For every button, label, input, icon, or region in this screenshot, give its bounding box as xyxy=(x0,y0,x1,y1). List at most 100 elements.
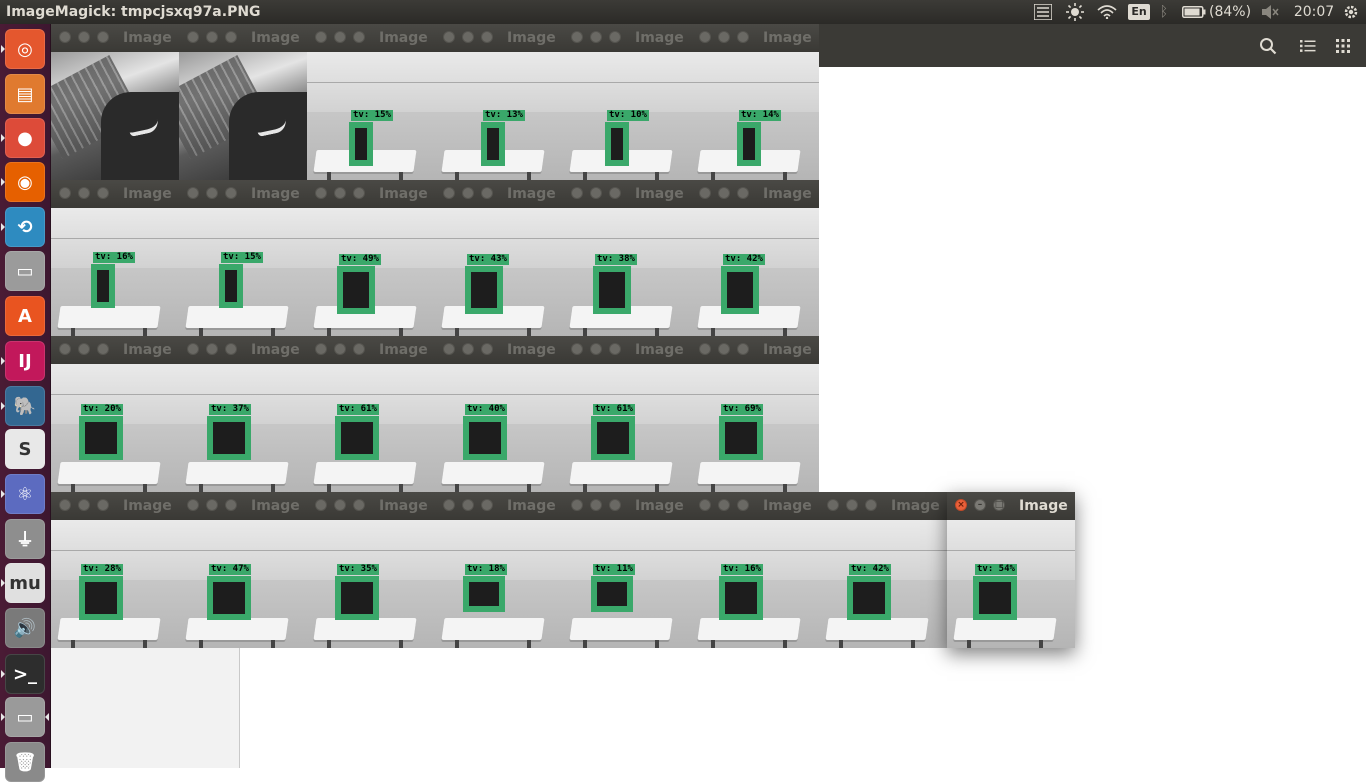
window-titlebar[interactable]: Image xyxy=(691,180,819,208)
minimize-button[interactable] xyxy=(206,187,218,199)
minimize-button[interactable] xyxy=(462,187,474,199)
minimize-button[interactable] xyxy=(206,499,218,511)
minimize-button[interactable] xyxy=(78,499,90,511)
maximize-button[interactable] xyxy=(481,343,493,355)
window-titlebar[interactable]: Image xyxy=(563,336,691,364)
maximize-button[interactable] xyxy=(97,187,109,199)
window-titlebar[interactable]: Image xyxy=(435,336,563,364)
image-window[interactable]: × – □ Image tv: 54% xyxy=(947,492,1075,648)
close-button[interactable] xyxy=(315,499,327,511)
close-button[interactable] xyxy=(443,31,455,43)
image-window[interactable]: Image tv: 35% xyxy=(307,492,435,648)
image-window[interactable]: Image tv: 42% xyxy=(691,180,819,336)
maximize-button[interactable] xyxy=(609,31,621,43)
maximize-button[interactable] xyxy=(737,343,749,355)
launcher-usb-icon[interactable]: ⏚ xyxy=(5,519,45,559)
maximize-button[interactable] xyxy=(609,499,621,511)
close-button[interactable] xyxy=(59,499,71,511)
close-button[interactable] xyxy=(443,187,455,199)
brightness-icon[interactable] xyxy=(1064,0,1086,24)
maximize-button[interactable] xyxy=(737,187,749,199)
window-titlebar[interactable]: Image xyxy=(51,336,179,364)
image-window[interactable]: Image tv: 69% xyxy=(691,336,819,492)
launcher-network-icon[interactable]: ⟲ xyxy=(5,207,45,247)
close-button[interactable] xyxy=(59,343,71,355)
window-titlebar[interactable]: Image xyxy=(819,492,947,520)
bluetooth-icon[interactable]: ᛒ xyxy=(1156,0,1172,24)
image-window[interactable]: Image tv: 16% xyxy=(691,492,819,648)
close-button[interactable] xyxy=(699,343,711,355)
maximize-button[interactable] xyxy=(865,499,877,511)
window-titlebar[interactable]: Image xyxy=(435,180,563,208)
minimize-button[interactable]: – xyxy=(974,499,986,511)
search-icon[interactable] xyxy=(1256,34,1280,58)
window-titlebar[interactable]: Image xyxy=(179,24,307,52)
system-menu-gear-icon[interactable] xyxy=(1340,0,1362,24)
close-button[interactable] xyxy=(827,499,839,511)
minimize-button[interactable] xyxy=(846,499,858,511)
window-titlebar[interactable]: Image xyxy=(179,180,307,208)
launcher-volume-icon[interactable]: 🔊 xyxy=(5,608,45,648)
maximize-button[interactable] xyxy=(97,31,109,43)
image-window[interactable]: Image tv: 28% xyxy=(51,492,179,648)
minimize-button[interactable] xyxy=(590,31,602,43)
clock[interactable]: 20:07 xyxy=(1292,0,1336,24)
window-titlebar[interactable]: Image xyxy=(307,492,435,520)
minimize-button[interactable] xyxy=(590,187,602,199)
keyboard-layout-indicator[interactable]: En xyxy=(1128,0,1150,24)
image-window[interactable]: Image tv: 42% xyxy=(819,492,947,648)
close-button[interactable] xyxy=(315,31,327,43)
maximize-button[interactable] xyxy=(481,31,493,43)
maximize-button[interactable]: □ xyxy=(993,499,1005,511)
image-window[interactable]: Image tv: 16% xyxy=(51,180,179,336)
minimize-button[interactable] xyxy=(590,343,602,355)
maximize-button[interactable] xyxy=(609,343,621,355)
minimize-button[interactable] xyxy=(206,343,218,355)
close-button[interactable]: × xyxy=(955,499,967,511)
launcher-slack-icon[interactable]: S xyxy=(5,429,45,469)
maximize-button[interactable] xyxy=(225,343,237,355)
image-window[interactable]: Image tv: 47% xyxy=(179,492,307,648)
image-window[interactable]: Image tv: 10% xyxy=(563,24,691,180)
window-titlebar[interactable]: × – □ Image xyxy=(947,492,1075,520)
close-button[interactable] xyxy=(315,187,327,199)
close-button[interactable] xyxy=(187,31,199,43)
maximize-button[interactable] xyxy=(609,187,621,199)
window-titlebar[interactable]: Image xyxy=(51,492,179,520)
window-titlebar[interactable]: Image xyxy=(307,180,435,208)
image-window[interactable]: Image xyxy=(51,24,179,180)
launcher-chrome-icon[interactable]: ● xyxy=(5,118,45,158)
launcher-firefox-icon[interactable]: ◉ xyxy=(5,162,45,202)
window-titlebar[interactable]: Image xyxy=(691,24,819,52)
maximize-button[interactable] xyxy=(225,187,237,199)
maximize-button[interactable] xyxy=(353,31,365,43)
window-titlebar[interactable]: Image xyxy=(51,24,179,52)
volume-muted-icon[interactable] xyxy=(1260,0,1280,24)
minimize-button[interactable] xyxy=(462,343,474,355)
launcher-software-center-icon[interactable]: A xyxy=(5,296,45,336)
maximize-button[interactable] xyxy=(353,343,365,355)
launcher-drive-icon[interactable]: ▭ xyxy=(5,251,45,291)
window-titlebar[interactable]: Image xyxy=(563,24,691,52)
maximize-button[interactable] xyxy=(353,499,365,511)
launcher-intellij-icon[interactable]: IJ xyxy=(5,341,45,381)
launcher-ubuntu-dash-icon[interactable]: ◎ xyxy=(5,29,45,69)
window-titlebar[interactable]: Image xyxy=(307,336,435,364)
close-button[interactable] xyxy=(699,31,711,43)
minimize-button[interactable] xyxy=(718,31,730,43)
window-titlebar[interactable]: Image xyxy=(563,492,691,520)
image-window[interactable]: Image tv: 13% xyxy=(435,24,563,180)
minimize-button[interactable] xyxy=(718,187,730,199)
launcher-trash-icon[interactable]: 🗑 xyxy=(5,742,45,782)
window-titlebar[interactable]: Image xyxy=(691,492,819,520)
minimize-button[interactable] xyxy=(462,499,474,511)
image-window[interactable]: Image tv: 43% xyxy=(435,180,563,336)
close-button[interactable] xyxy=(187,499,199,511)
minimize-button[interactable] xyxy=(718,343,730,355)
window-titlebar[interactable]: Image xyxy=(435,492,563,520)
minimize-button[interactable] xyxy=(334,343,346,355)
window-titlebar[interactable]: Image xyxy=(691,336,819,364)
close-button[interactable] xyxy=(571,31,583,43)
maximize-button[interactable] xyxy=(225,31,237,43)
close-button[interactable] xyxy=(571,343,583,355)
